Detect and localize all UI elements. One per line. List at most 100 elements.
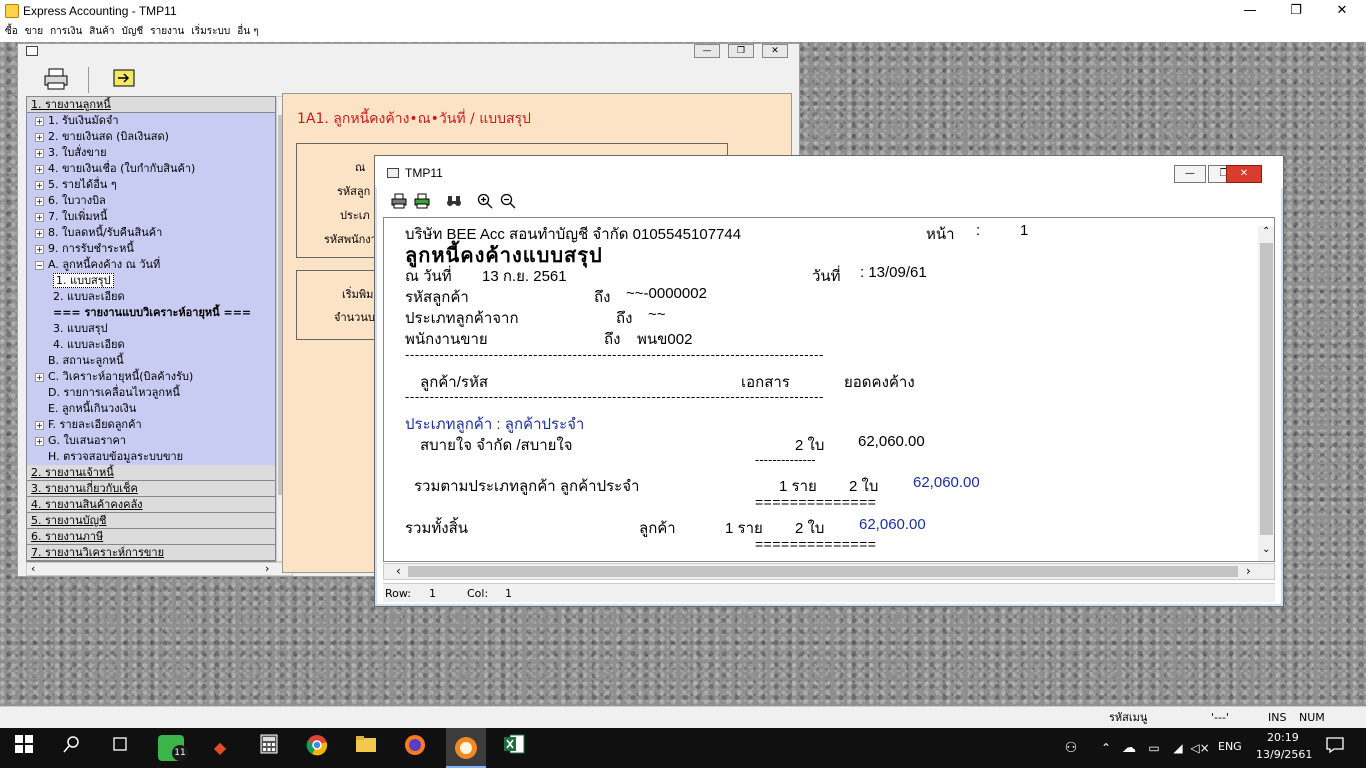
tree-item[interactable]: 3. แบบสรุป	[27, 321, 275, 337]
search-icon[interactable]	[58, 734, 86, 762]
tree-item[interactable]: +2. ขายเงินสด (บิลเงินสด)	[27, 129, 275, 145]
tree-item[interactable]: 1. รายงานลูกหนี้	[27, 97, 275, 113]
preview-close-button[interactable]: ✕	[1226, 165, 1262, 183]
zoom-out-icon[interactable]	[500, 193, 516, 209]
tree-item[interactable]: 4. รายงานสินค้าคงคลัง	[27, 497, 275, 513]
expand-icon[interactable]: +	[35, 132, 44, 142]
tree-item[interactable]: H. ตรวจสอบข้อมูลระบบขาย	[27, 449, 275, 465]
file-explorer-icon[interactable]	[352, 734, 380, 762]
minimize-button[interactable]: —	[1227, 0, 1273, 22]
tree-item[interactable]: 6. รายงานภาษี	[27, 529, 275, 545]
onedrive-icon[interactable]: ☁	[1115, 734, 1143, 762]
tree-item[interactable]: +9. การรับชำระหนี้	[27, 241, 275, 257]
print-icon[interactable]	[44, 68, 68, 90]
expand-icon[interactable]: +	[35, 420, 44, 430]
expand-icon[interactable]	[35, 389, 44, 398]
exit-icon[interactable]	[113, 69, 135, 87]
mdi-minimize-button[interactable]: —	[694, 44, 720, 58]
expand-icon[interactable]: +	[35, 372, 44, 382]
tree-item[interactable]: +8. ใบลดหนี้/รับคืนสินค้า	[27, 225, 275, 241]
tree-item-label: === รายงานแบบวิเคราะห์อายุหนี้ ===	[53, 306, 252, 319]
preview-horizontal-scrollbar[interactable]: ‹ ›	[383, 563, 1275, 580]
expand-icon[interactable]: +	[35, 148, 44, 158]
preview-vertical-scrollbar[interactable]: ⌃ ⌄	[1258, 226, 1274, 561]
tree-item[interactable]: +5. รายได้อื่น ๆ	[27, 177, 275, 193]
scroll-thumb[interactable]	[408, 566, 1238, 577]
menu-stock[interactable]: สินค้า	[88, 22, 120, 42]
paint-app-icon[interactable]: ◆	[206, 734, 234, 762]
mdi-restore-button[interactable]: ❐	[728, 44, 754, 58]
menu-buy[interactable]: ซื้อ	[4, 22, 24, 42]
expand-icon[interactable]: +	[35, 228, 44, 238]
tree-item[interactable]: 4. แบบละเอียด	[27, 337, 275, 353]
volume-icon[interactable]: ◁×	[1186, 734, 1214, 762]
scroll-thumb[interactable]	[1260, 243, 1273, 535]
chrome-icon[interactable]	[303, 734, 331, 762]
tree-item[interactable]: +7. ใบเพิ่มหนี้	[27, 209, 275, 225]
tree-item[interactable]: 7. รายงานวิเคราะห์การขาย	[27, 545, 275, 561]
find-icon[interactable]	[446, 193, 462, 209]
expand-icon[interactable]: +	[35, 116, 44, 126]
firefox-icon[interactable]	[401, 734, 429, 762]
title-bar: Express Accounting - TMP11 — ❐ ✕	[0, 0, 1366, 22]
expand-icon[interactable]: +	[35, 436, 44, 446]
tree-item[interactable]: +1. รับเงินมัดจำ	[27, 113, 275, 129]
tree-item[interactable]: +3. ใบสั่งขาย	[27, 145, 275, 161]
windows-start-icon[interactable]	[10, 734, 38, 762]
tree-item[interactable]: E. ลูกหนี้เกินวงเงิน	[27, 401, 275, 417]
menu-setup[interactable]: เริ่มระบบ	[190, 22, 236, 42]
tree-item[interactable]: 2. รายงานเจ้าหนี้	[27, 465, 275, 481]
expand-icon[interactable]	[35, 405, 44, 414]
tree-item[interactable]: 1. แบบสรุป	[27, 273, 275, 289]
calculator-icon[interactable]	[255, 734, 283, 762]
print-icon[interactable]	[391, 193, 407, 209]
maximize-button[interactable]: ❐	[1273, 0, 1319, 22]
line-app-icon[interactable]: 11	[158, 735, 188, 761]
task-view-icon[interactable]	[106, 734, 134, 762]
scroll-up-icon[interactable]: ⌃	[1262, 226, 1270, 237]
expand-icon[interactable]: +	[35, 244, 44, 254]
express-app-icon[interactable]	[446, 728, 486, 768]
expand-icon[interactable]: +	[35, 164, 44, 174]
tree-item[interactable]: === รายงานแบบวิเคราะห์อายุหนี้ ===	[27, 305, 275, 321]
expand-icon[interactable]: +	[35, 196, 44, 206]
menu-other[interactable]: อื่น ๆ	[236, 22, 264, 42]
tree-horizontal-scrollbar[interactable]: ‹ ›	[26, 562, 293, 576]
scroll-left-icon[interactable]: ‹	[31, 562, 35, 575]
scroll-right-icon[interactable]: ›	[1246, 564, 1251, 578]
tree-item[interactable]: − A. ลูกหนี้คงค้าง ณ วันที่	[27, 257, 275, 273]
collapse-icon[interactable]: −	[35, 260, 44, 270]
preview-minimize-button[interactable]: —	[1174, 165, 1206, 183]
print-setup-icon[interactable]	[414, 193, 430, 209]
mdi-close-button[interactable]: ✕	[762, 44, 788, 58]
scroll-right-icon[interactable]: ›	[265, 562, 269, 575]
expand-icon[interactable]: +	[35, 212, 44, 222]
tree-item[interactable]: 5. รายงานบัญชี	[27, 513, 275, 529]
expand-icon[interactable]: +	[35, 180, 44, 190]
menu-report[interactable]: รายงาน	[149, 22, 190, 42]
tree-item[interactable]: + F. รายละเอียดลูกค้า	[27, 417, 275, 433]
tree-item[interactable]: B. สถานะลูกหนี้	[27, 353, 275, 369]
scroll-down-icon[interactable]: ⌄	[1262, 544, 1270, 555]
expand-icon[interactable]	[35, 453, 44, 462]
zoom-in-icon[interactable]	[477, 193, 493, 209]
tree-item[interactable]: +4. ขายเงินเชื่อ (ใบกำกับสินค้า)	[27, 161, 275, 177]
tree-item[interactable]: D. รายการเคลื่อนไหวลูกหนี้	[27, 385, 275, 401]
notifications-icon[interactable]	[1321, 734, 1349, 762]
scroll-left-icon[interactable]: ‹	[396, 564, 401, 578]
people-icon[interactable]: ⚇	[1057, 734, 1085, 762]
menu-finance[interactable]: การเงิน	[49, 22, 88, 42]
menu-sell[interactable]: ขาย	[24, 22, 49, 42]
menu-account[interactable]: บัญชี	[121, 22, 150, 42]
tree-item[interactable]: + C. วิเคราะห์อายุหนี้(บิลค้างรับ)	[27, 369, 275, 385]
tree-item[interactable]: +6. ใบวางบิล	[27, 193, 275, 209]
expand-icon[interactable]	[35, 357, 44, 366]
tree-item[interactable]: + G. ใบเสนอราคา	[27, 433, 275, 449]
clock-time[interactable]: 20:19	[1267, 731, 1299, 744]
tree-item[interactable]: 3. รายงานเกี่ยวกับเช็ค	[27, 481, 275, 497]
tree-item[interactable]: 2. แบบละเอียด	[27, 289, 275, 305]
clock-date[interactable]: 13/9/2561	[1256, 748, 1312, 761]
language-indicator[interactable]: ENG	[1218, 740, 1242, 753]
excel-icon[interactable]	[500, 734, 528, 762]
close-button[interactable]: ✕	[1319, 0, 1365, 22]
